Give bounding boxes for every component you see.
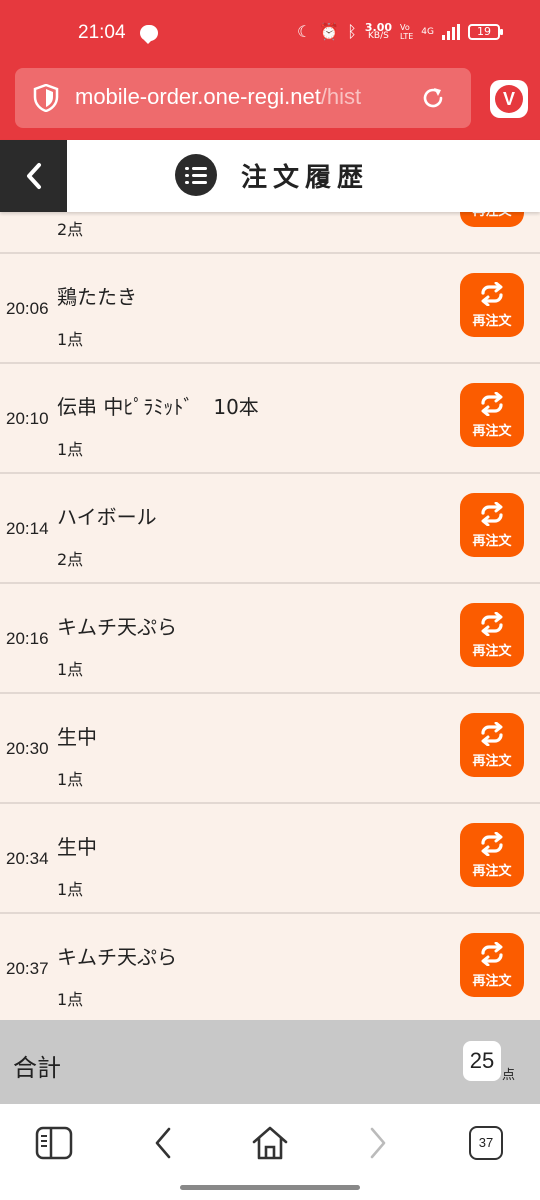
back-button[interactable] bbox=[0, 140, 67, 212]
line-app-icon bbox=[140, 25, 158, 44]
battery-icon: 19 bbox=[468, 24, 503, 40]
reorder-button[interactable]: 再注文 bbox=[460, 713, 524, 777]
total-unit: 点 bbox=[502, 1068, 516, 1083]
order-row: 20:10 伝串 中ﾋﾟﾗﾐｯﾄﾞ 10本 1点 再注文 bbox=[0, 364, 540, 474]
order-item-name: キムチ天ぷら bbox=[57, 615, 177, 639]
status-icons: ☾ ⏰ ᛒ 3.00 KB/S Vo LTE 4G 19 bbox=[296, 22, 503, 42]
network-speed-unit: KB/S bbox=[368, 31, 389, 41]
nav-forward-button[interactable] bbox=[353, 1118, 403, 1168]
reorder-label: 再注文 bbox=[472, 754, 512, 769]
order-time: 20:37 bbox=[6, 959, 49, 978]
reorder-button[interactable]: 再注文 bbox=[460, 933, 524, 997]
app-header: 注文履歴 bbox=[0, 140, 540, 212]
reorder-button[interactable]: 再注文 bbox=[460, 603, 524, 667]
order-item-name: ハイボール bbox=[57, 505, 157, 529]
reload-icon[interactable] bbox=[419, 84, 447, 112]
reorder-label: 再注文 bbox=[472, 974, 512, 989]
repeat-icon bbox=[481, 832, 503, 856]
order-time: 20:14 bbox=[6, 519, 49, 538]
order-row: 20:34 生中 1点 再注文 bbox=[0, 804, 540, 914]
order-row: 20:06 鶏たたき 1点 再注文 bbox=[0, 254, 540, 364]
panel-icon bbox=[35, 1126, 73, 1160]
reorder-button[interactable]: 再注文 bbox=[460, 273, 524, 337]
vivaldi-menu-icon[interactable]: V bbox=[490, 80, 528, 118]
arrow-left-icon bbox=[155, 1127, 171, 1159]
reorder-label: 再注文 bbox=[472, 314, 512, 329]
url-text[interactable]: mobile-order.one-regi.net/hist bbox=[75, 84, 405, 110]
repeat-icon bbox=[481, 282, 503, 306]
reorder-label: 再注文 bbox=[472, 534, 512, 549]
order-time: 20:06 bbox=[6, 299, 49, 318]
repeat-icon bbox=[481, 942, 503, 966]
order-time: 20:30 bbox=[6, 739, 49, 758]
reorder-label: 再注文 bbox=[472, 864, 512, 879]
tab-count: 37 bbox=[469, 1126, 503, 1160]
order-item-name: 生中 bbox=[57, 835, 97, 859]
nav-back-button[interactable] bbox=[138, 1118, 188, 1168]
repeat-icon bbox=[481, 722, 503, 746]
order-quantity: 1点 bbox=[57, 440, 84, 459]
volte-bottom: LTE bbox=[400, 32, 414, 41]
shield-icon bbox=[33, 84, 59, 112]
total-count: 25 bbox=[463, 1041, 501, 1081]
browser-toolbar: mobile-order.one-regi.net/hist V bbox=[0, 66, 540, 140]
order-quantity: 1点 bbox=[57, 880, 84, 899]
order-quantity: 1点 bbox=[57, 330, 84, 349]
home-indicator[interactable] bbox=[180, 1185, 360, 1190]
reorder-button[interactable]: 再注文 bbox=[460, 383, 524, 447]
order-row: 20:30 生中 1点 再注文 bbox=[0, 694, 540, 804]
order-row: 20:14 ハイボール 2点 再注文 bbox=[0, 474, 540, 584]
network-speed: 3.00 KB/S bbox=[365, 22, 392, 41]
home-icon bbox=[252, 1126, 288, 1160]
home-button[interactable] bbox=[245, 1118, 295, 1168]
chevron-left-icon bbox=[26, 163, 41, 189]
panel-button[interactable] bbox=[29, 1118, 79, 1168]
address-bar[interactable]: mobile-order.one-regi.net/hist bbox=[15, 68, 471, 128]
alarm-icon: ⏰ bbox=[319, 22, 340, 41]
order-item-name: 伝串 中ﾋﾟﾗﾐｯﾄﾞ 10本 bbox=[57, 395, 259, 419]
network-type: 4G bbox=[421, 27, 434, 37]
reorder-button[interactable]: 再注文 bbox=[460, 493, 524, 557]
moon-icon: ☾ bbox=[296, 22, 312, 41]
order-item-name: キムチ天ぷら bbox=[57, 945, 177, 969]
repeat-icon bbox=[481, 392, 503, 416]
order-quantity: 1点 bbox=[57, 990, 84, 1009]
order-row: 20:37 キムチ天ぷら 1点 再注文 bbox=[0, 914, 540, 1020]
order-item-name: 生中 bbox=[57, 725, 97, 749]
url-path: /hist bbox=[320, 84, 362, 109]
list-icon bbox=[175, 154, 217, 196]
reorder-button[interactable]: 再注文 bbox=[460, 823, 524, 887]
total-label: 合計 bbox=[13, 1054, 61, 1082]
url-domain: mobile-order.one-regi.net bbox=[75, 84, 321, 109]
signal-icon bbox=[442, 24, 460, 40]
order-history-list: 2点再注文20:06鶏たたき1点再注文20:10伝串 中ﾋﾟﾗﾐｯﾄﾞ 10本1… bbox=[0, 200, 540, 1020]
arrow-right-icon bbox=[370, 1127, 386, 1159]
tabs-button[interactable]: 37 bbox=[461, 1118, 511, 1168]
order-quantity: 2点 bbox=[57, 220, 84, 239]
order-quantity: 2点 bbox=[57, 550, 84, 569]
volte-indicator: Vo LTE bbox=[400, 23, 413, 41]
order-time: 20:16 bbox=[6, 629, 49, 648]
page-title-wrap: 注文履歴 bbox=[175, 154, 369, 196]
order-time: 20:10 bbox=[6, 409, 49, 428]
page-title: 注文履歴 bbox=[241, 162, 370, 193]
order-quantity: 1点 bbox=[57, 770, 84, 789]
order-row: 20:16 キムチ天ぷら 1点 再注文 bbox=[0, 584, 540, 694]
reorder-label: 再注文 bbox=[472, 644, 512, 659]
total-bar: 合計 25 点 bbox=[0, 1020, 540, 1104]
bluetooth-icon: ᛒ bbox=[347, 22, 357, 41]
status-bar: 21:04 ☾ ⏰ ᛒ 3.00 KB/S Vo LTE 4G 19 bbox=[0, 0, 540, 66]
order-time: 20:34 bbox=[6, 849, 49, 868]
order-quantity: 1点 bbox=[57, 660, 84, 679]
order-item-name: 鶏たたき bbox=[57, 285, 137, 309]
repeat-icon bbox=[481, 612, 503, 636]
reorder-label: 再注文 bbox=[472, 424, 512, 439]
volte-top: Vo bbox=[400, 23, 410, 32]
status-time: 21:04 bbox=[78, 22, 126, 43]
repeat-icon bbox=[481, 502, 503, 526]
